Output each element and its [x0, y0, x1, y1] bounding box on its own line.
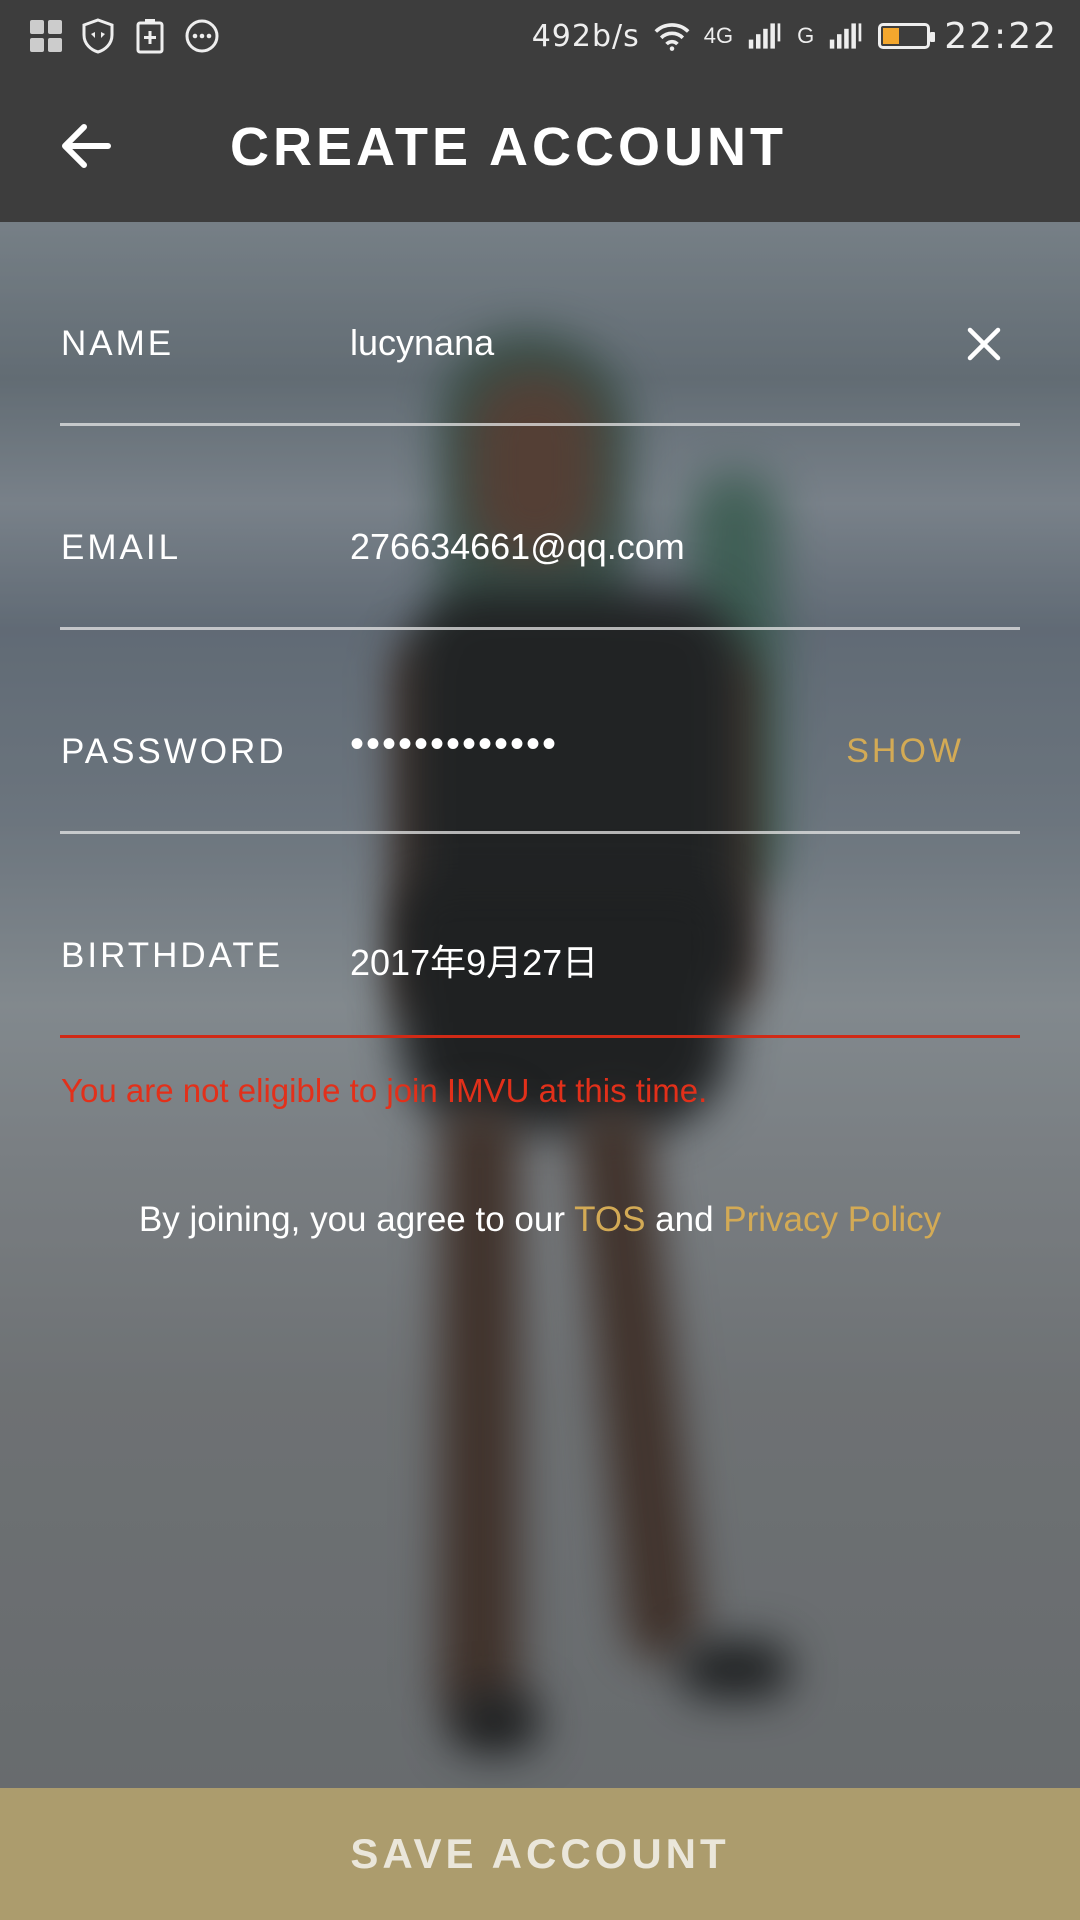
back-button[interactable] — [56, 116, 116, 176]
birthdate-row: BIRTHDATE 2017年9月27日 — [60, 834, 1020, 1038]
terms-notice: By joining, you agree to our TOS and Pri… — [0, 1200, 1080, 1240]
status-bar: 492b/s 4G G 22:22 — [0, 0, 1080, 72]
email-label: EMAIL — [61, 528, 182, 567]
password-field[interactable]: ••••••••••••• — [350, 722, 830, 767]
email-field[interactable] — [350, 526, 830, 568]
password-label: PASSWORD — [61, 732, 287, 771]
apps-grid-icon — [28, 18, 64, 54]
network-speed: 492b/s — [531, 18, 640, 54]
clock-time: 22:22 — [944, 15, 1058, 57]
name-row: NAME — [60, 222, 1020, 426]
show-password-button[interactable]: SHOW — [846, 732, 964, 771]
signal-strength-icon — [747, 18, 783, 54]
wifi-icon — [654, 18, 690, 54]
network-4g-label: 4G — [703, 23, 734, 48]
terms-prefix: By joining, you agree to our — [138, 1200, 575, 1239]
eligibility-error-message: You are not eligible to join IMVU at thi… — [61, 1072, 708, 1109]
email-row: EMAIL — [60, 426, 1020, 630]
password-row: PASSWORD ••••••••••••• SHOW — [60, 630, 1020, 834]
battery-plus-icon — [132, 18, 168, 54]
terms-and: and — [645, 1200, 724, 1239]
save-account-button[interactable]: SAVE ACCOUNT — [0, 1788, 1080, 1920]
back-arrow-icon — [62, 124, 111, 168]
name-label: NAME — [61, 324, 175, 363]
clear-name-button[interactable] — [960, 320, 1008, 368]
close-icon — [967, 327, 1001, 361]
birthdate-field[interactable]: 2017年9月27日 — [350, 934, 830, 986]
tos-link[interactable]: TOS — [574, 1200, 645, 1239]
more-dots-icon — [184, 18, 220, 54]
signal-strength-icon — [828, 18, 864, 54]
privacy-policy-link[interactable]: Privacy Policy — [723, 1200, 941, 1239]
name-field[interactable] — [350, 322, 830, 364]
shield-icon — [80, 18, 116, 54]
page-title: CREATE ACCOUNT — [230, 117, 787, 177]
network-g-label: G — [797, 23, 815, 48]
birthdate-label: BIRTHDATE — [61, 936, 284, 975]
battery-icon — [878, 23, 936, 49]
app-bar: CREATE ACCOUNT — [0, 72, 1080, 222]
